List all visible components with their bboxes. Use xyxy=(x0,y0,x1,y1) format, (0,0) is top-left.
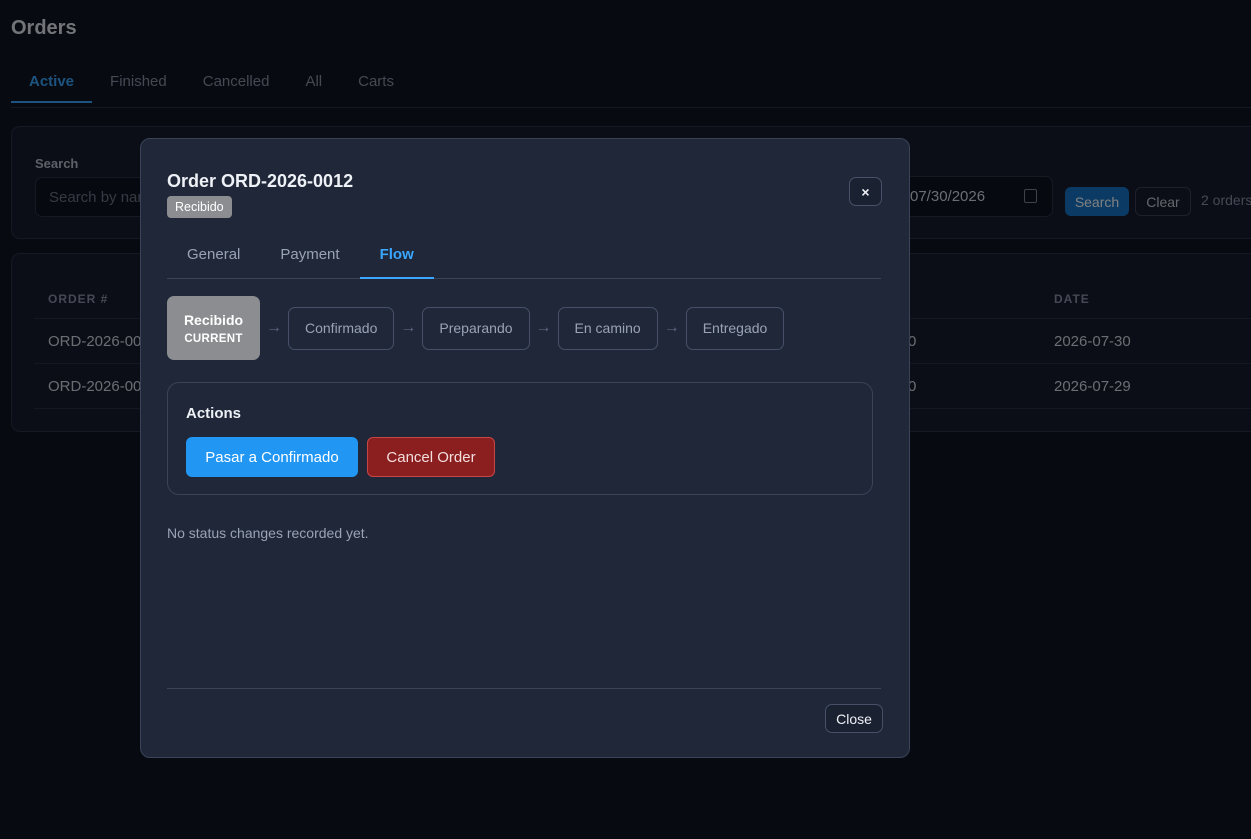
tab-payment[interactable]: Payment xyxy=(260,235,359,279)
cancel-order-button[interactable]: Cancel Order xyxy=(367,437,495,477)
flow-step-en-camino: En camino xyxy=(557,306,658,350)
order-modal: Order ORD-2026-0012 Recibido × General P… xyxy=(140,138,910,758)
status-badge: Recibido xyxy=(167,196,232,218)
flow-step-preparando: Preparando xyxy=(422,306,530,350)
footer-divider xyxy=(167,688,881,689)
arrow-right-icon: → xyxy=(663,319,680,336)
flow-step-entregado: Entregado xyxy=(685,306,785,350)
advance-status-button[interactable]: Pasar a Confirmado xyxy=(186,437,358,477)
arrow-right-icon: → xyxy=(266,319,282,336)
arrow-right-icon: → xyxy=(400,319,417,336)
tab-flow[interactable]: Flow xyxy=(359,235,434,279)
current-tag: CURRENT xyxy=(184,332,243,345)
flow-step-recibido: Recibido CURRENT xyxy=(167,296,260,360)
modal-tabs: General Payment Flow xyxy=(167,235,881,279)
flow-step-confirmado: Confirmado xyxy=(288,306,395,350)
actions-panel: Actions Pasar a Confirmado Cancel Order xyxy=(167,382,873,495)
modal-title: Order ORD-2026-0012 xyxy=(167,171,354,191)
close-icon-button[interactable]: × xyxy=(849,177,882,206)
actions-title: Actions xyxy=(186,405,242,422)
arrow-right-icon: → xyxy=(535,319,552,336)
close-button[interactable]: Close xyxy=(825,704,883,733)
status-flow: Recibido CURRENT → Confirmado → Preparan… xyxy=(167,296,785,360)
flow-step-label: Recibido xyxy=(183,311,244,328)
status-history-empty: No status changes recorded yet. xyxy=(167,525,369,541)
tab-general[interactable]: General xyxy=(167,235,260,279)
